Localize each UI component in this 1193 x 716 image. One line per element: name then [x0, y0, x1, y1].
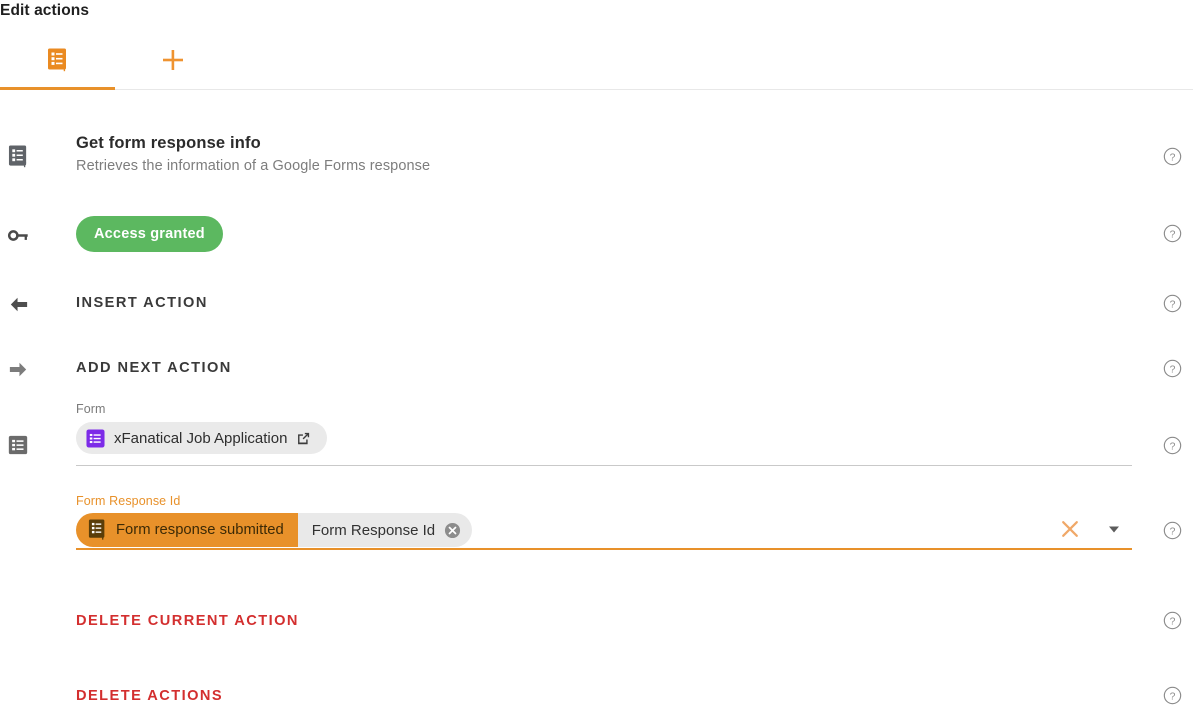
add-next-action-label[interactable]: ADD NEXT ACTION	[76, 360, 232, 376]
svg-text:?: ?	[1170, 616, 1176, 627]
list-grey-icon	[6, 433, 30, 457]
token-value-label: Form Response Id	[311, 521, 436, 539]
tab-forms-action[interactable]	[0, 30, 115, 90]
google-forms-grey-icon	[6, 144, 30, 168]
help-circle-icon[interactable]: ?	[1163, 147, 1182, 166]
svg-text:?: ?	[1170, 691, 1176, 702]
tab-strip	[0, 30, 1193, 90]
arrow-right-icon	[6, 357, 30, 381]
insert-action-row: INSERT ACTION ?	[0, 292, 1193, 316]
action-header-row: Get form response info Retrieves the inf…	[0, 134, 1193, 190]
help-circle-icon[interactable]: ?	[1163, 359, 1182, 378]
help-circle-icon[interactable]: ?	[1163, 521, 1182, 540]
delete-actions[interactable]: DELETE ACTIONS	[76, 688, 223, 704]
chevron-down-icon[interactable]	[1107, 522, 1121, 536]
delete-current-action-row: DELETE CURRENT ACTION ?	[0, 610, 1193, 634]
form-response-id-field-row: Form Response Id Form response submitted…	[0, 494, 1193, 552]
help-circle-icon[interactable]: ?	[1163, 611, 1182, 630]
help-circle-icon[interactable]: ?	[1163, 294, 1182, 313]
form-field-row: Form xFanatical Job Application ?	[0, 402, 1193, 467]
access-status-row: Access granted ?	[0, 216, 1193, 256]
form-chip[interactable]: xFanatical Job Application	[76, 422, 328, 454]
help-circle-icon[interactable]: ?	[1163, 436, 1182, 455]
access-granted-button[interactable]: Access granted	[76, 216, 223, 252]
delete-actions-row: DELETE ACTIONS ?	[0, 685, 1193, 709]
google-sheets-purple-icon	[86, 428, 105, 448]
svg-text:?: ?	[1170, 299, 1176, 310]
action-subtitle: Retrieves the information of a Google Fo…	[76, 158, 431, 174]
token-value[interactable]: Form Response Id	[297, 513, 473, 547]
google-forms-icon	[88, 519, 108, 541]
clear-x-icon[interactable]	[1059, 518, 1081, 540]
form-chip-label: xFanatical Job Application	[114, 429, 288, 447]
google-forms-icon	[47, 48, 69, 72]
svg-text:?: ?	[1170, 152, 1176, 163]
svg-text:?: ?	[1170, 229, 1176, 240]
token-source-label: Form response submitted	[116, 522, 284, 538]
form-response-id-underline	[76, 548, 1132, 550]
help-circle-icon[interactable]: ?	[1163, 224, 1182, 243]
form-response-id-label: Form Response Id	[76, 494, 181, 508]
chip-remove-icon[interactable]	[444, 522, 461, 539]
svg-text:?: ?	[1170, 526, 1176, 537]
page-title: Edit actions	[0, 2, 90, 19]
external-link-icon[interactable]	[296, 431, 311, 446]
form-response-id-field: Form Response Id Form response submitted…	[76, 494, 1132, 552]
key-icon	[6, 223, 30, 247]
delete-current-action[interactable]: DELETE CURRENT ACTION	[76, 613, 299, 629]
arrow-left-icon	[6, 292, 30, 316]
form-field-label: Form	[76, 402, 106, 416]
help-circle-icon[interactable]: ?	[1163, 686, 1182, 705]
svg-text:?: ?	[1170, 364, 1176, 375]
insert-action-label[interactable]: INSERT ACTION	[76, 295, 208, 311]
svg-text:?: ?	[1170, 441, 1176, 452]
token-source[interactable]: Form response submitted	[76, 513, 298, 547]
form-field-underline	[76, 465, 1132, 466]
plus-icon	[160, 47, 186, 73]
form-response-id-token[interactable]: Form response submitted Form Response Id	[76, 513, 473, 547]
form-field: Form xFanatical Job Application	[76, 402, 1132, 467]
tab-add-action[interactable]	[115, 30, 230, 90]
edit-actions-panel: Edit actions Get form response info Retr…	[0, 0, 1193, 716]
action-title: Get form response info	[76, 134, 261, 152]
add-next-action-row: ADD NEXT ACTION ?	[0, 357, 1193, 381]
